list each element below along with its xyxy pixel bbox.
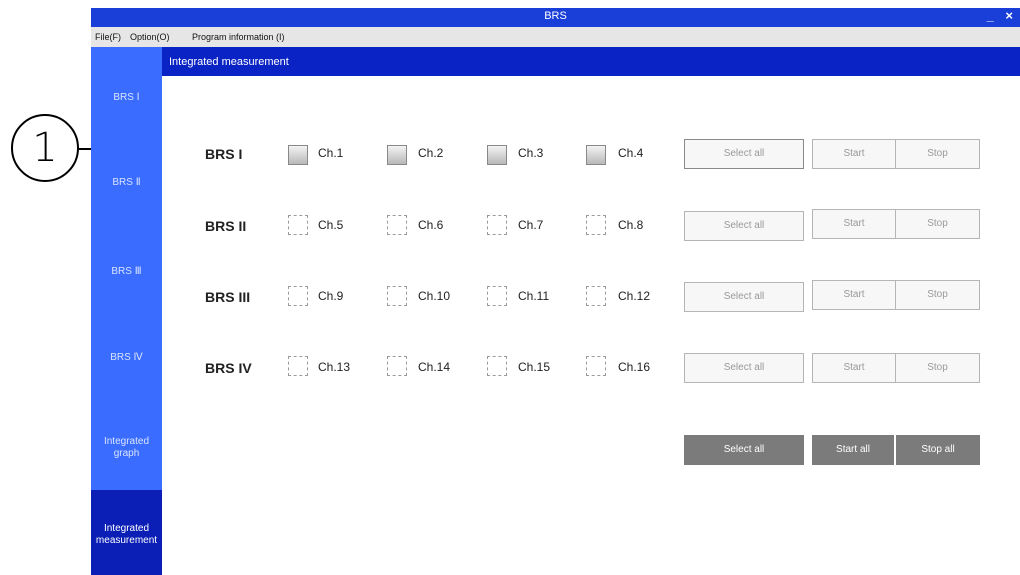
start-button[interactable]: Start xyxy=(812,209,896,239)
window-title: BRS xyxy=(544,10,567,22)
row-label-brs-3: BRS III xyxy=(205,289,251,305)
channel-checkbox[interactable] xyxy=(387,286,407,306)
channel-label: Ch.15 xyxy=(518,360,551,374)
callout-number: 1 xyxy=(32,125,58,171)
page-header: Integrated measurement xyxy=(162,47,1020,76)
sidebar-item-integrated-measurement[interactable]: Integrated measurement xyxy=(91,490,162,575)
channel-checkbox[interactable] xyxy=(387,215,407,235)
channel-checkbox[interactable] xyxy=(288,356,308,376)
stop-button[interactable]: Stop xyxy=(895,280,980,310)
app-window: BRS _ × File(F) Option(O) Program inform… xyxy=(91,8,1020,575)
sidebar-item-integrated-graph[interactable]: Integrated graph xyxy=(91,436,162,460)
menu-file[interactable]: File(F) xyxy=(95,32,121,42)
channel-label: Ch.2 xyxy=(418,146,444,160)
page-title: Integrated measurement xyxy=(169,56,289,68)
title-bar: BRS _ × xyxy=(91,8,1020,27)
channel-checkbox[interactable] xyxy=(288,286,308,306)
select-all-button[interactable]: Select all xyxy=(684,139,804,169)
channel-checkbox[interactable] xyxy=(586,286,606,306)
channel-label: Ch.7 xyxy=(518,218,544,232)
channel-checkbox[interactable] xyxy=(288,145,308,165)
channel-label: Ch.10 xyxy=(418,289,451,303)
channel-checkbox[interactable] xyxy=(288,215,308,235)
channel-checkbox[interactable] xyxy=(487,215,507,235)
row-label-brs-1: BRS I xyxy=(205,146,243,162)
sidebar-item-brs-4[interactable]: BRS Ⅳ xyxy=(91,352,162,364)
start-button[interactable]: Start xyxy=(812,353,896,383)
channel-label: Ch.1 xyxy=(318,146,344,160)
channel-checkbox[interactable] xyxy=(387,145,407,165)
channel-label: Ch.11 xyxy=(518,289,550,303)
channel-label: Ch.3 xyxy=(518,146,544,160)
menu-option[interactable]: Option(O) xyxy=(130,32,170,42)
start-button[interactable]: Start xyxy=(812,280,896,310)
menu-program-information[interactable]: Program information (I) xyxy=(192,32,285,42)
select-all-global-button[interactable]: Select all xyxy=(684,435,804,465)
channel-checkbox[interactable] xyxy=(586,356,606,376)
channel-checkbox[interactable] xyxy=(487,356,507,376)
sidebar-item-brs-3[interactable]: BRS Ⅲ xyxy=(91,266,162,278)
select-all-button[interactable]: Select all xyxy=(684,353,804,383)
menu-bar: File(F) Option(O) Program information (I… xyxy=(91,27,1020,47)
channel-label: Ch.8 xyxy=(618,218,644,232)
start-button[interactable]: Start xyxy=(812,139,896,169)
sidebar-item-brs-1[interactable]: BRS Ⅰ xyxy=(91,92,162,104)
stop-button[interactable]: Stop xyxy=(895,139,980,169)
window-controls[interactable]: _ × xyxy=(987,8,1017,23)
channel-label: Ch.4 xyxy=(618,146,644,160)
select-all-button[interactable]: Select all xyxy=(684,211,804,241)
row-label-brs-4: BRS IV xyxy=(205,360,252,376)
channel-checkbox[interactable] xyxy=(586,215,606,235)
channel-checkbox[interactable] xyxy=(487,286,507,306)
channel-label: Ch.14 xyxy=(418,360,451,374)
channel-label: Ch.5 xyxy=(318,218,344,232)
sidebar-item-brs-2[interactable]: BRS Ⅱ xyxy=(91,177,162,189)
callout-marker: 1 xyxy=(11,114,79,182)
stop-button[interactable]: Stop xyxy=(895,353,980,383)
channel-checkbox[interactable] xyxy=(586,145,606,165)
channel-checkbox[interactable] xyxy=(487,145,507,165)
start-all-button[interactable]: Start all xyxy=(812,435,894,465)
row-label-brs-2: BRS II xyxy=(205,218,247,234)
channel-label: Ch.9 xyxy=(318,289,344,303)
channel-label: Ch.13 xyxy=(318,360,351,374)
stop-all-button[interactable]: Stop all xyxy=(896,435,980,465)
channel-checkbox[interactable] xyxy=(387,356,407,376)
channel-label: Ch.6 xyxy=(418,218,444,232)
sidebar: BRS Ⅰ BRS Ⅱ BRS Ⅲ BRS Ⅳ Integrated graph… xyxy=(91,47,162,575)
channel-label: Ch.12 xyxy=(618,289,651,303)
channel-label: Ch.16 xyxy=(618,360,651,374)
stop-button[interactable]: Stop xyxy=(895,209,980,239)
select-all-button[interactable]: Select all xyxy=(684,282,804,312)
